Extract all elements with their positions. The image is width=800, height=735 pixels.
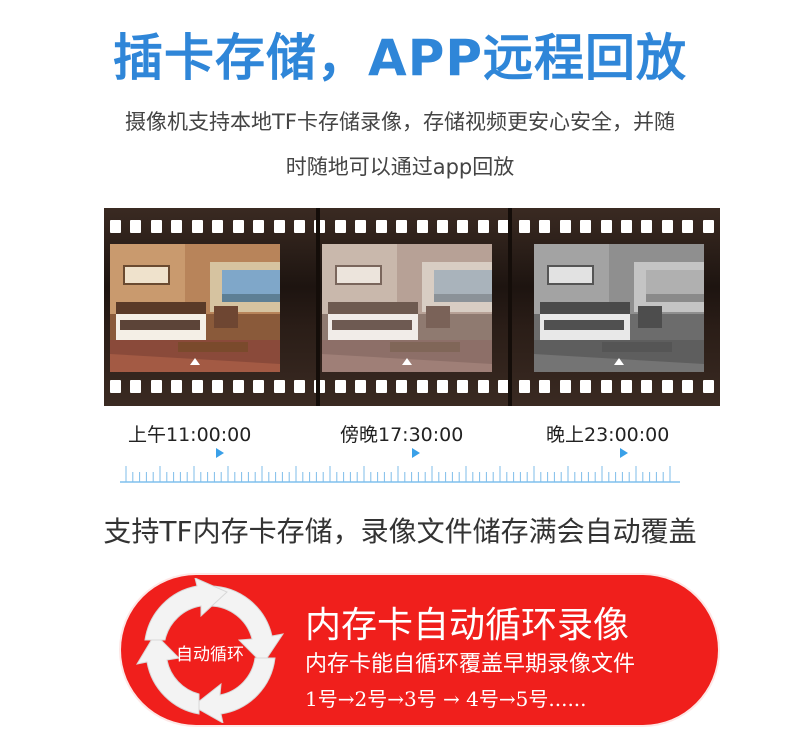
frame-marker-icon: [190, 358, 200, 365]
frame-marker-icon: [402, 358, 412, 365]
subtitle-line-1: 摄像机支持本地TF卡存储录像，存储视频更安心安全，并随: [125, 110, 675, 134]
subtitle-line-2: 时随地可以通过app回放: [285, 155, 515, 179]
film-hole: [702, 380, 714, 393]
film-hole: [580, 380, 592, 393]
film-hole: [600, 380, 612, 393]
banner-subtitle: 内存卡能自循环覆盖早期录像文件: [305, 652, 636, 677]
film-hole: [355, 380, 367, 393]
page-subtitle: 摄像机支持本地TF卡存储录像，存储视频更安心安全，并随 时随地可以通过app回放: [40, 100, 760, 190]
film-hole: [130, 380, 142, 393]
storage-caption: 支持TF内存卡存储，录像文件储存满会自动覆盖: [103, 515, 697, 548]
film-hole: [334, 380, 346, 393]
film-hole: [416, 220, 428, 233]
banner-title: 内存卡自动循环录像: [305, 605, 630, 646]
film-hole: [416, 380, 428, 393]
film-hole: [559, 220, 571, 233]
film-hole: [293, 220, 305, 233]
film-hole: [518, 220, 530, 233]
film-hole: [293, 380, 305, 393]
film-hole: [600, 220, 612, 233]
film-hole: [661, 220, 673, 233]
film-hole: [171, 220, 183, 233]
film-hole: [437, 220, 448, 233]
film-hole: [191, 220, 203, 233]
frame-grayscale: [534, 244, 704, 372]
film-hole: [273, 380, 285, 393]
play-marker-icon: [412, 448, 420, 458]
film-hole: [641, 220, 653, 233]
film-hole: [539, 380, 551, 393]
film-hole: [150, 220, 162, 233]
film-strip: [104, 208, 720, 406]
banner-sequence: 1号→2号→3号 → 4号→5号......: [305, 687, 587, 711]
timeline-ruler: [120, 466, 680, 483]
film-hole: [130, 220, 142, 233]
film-hole: [191, 380, 203, 393]
film-hole: [682, 220, 694, 233]
film-hole: [334, 220, 346, 233]
film-hole: [355, 220, 367, 233]
film-hole: [212, 380, 224, 393]
film-hole: [375, 380, 387, 393]
film-hole: [477, 380, 489, 393]
film-hole: [437, 380, 448, 393]
film-hole: [620, 220, 632, 233]
time-label-evening: 傍晚17:30:00: [340, 424, 464, 446]
film-divider: [508, 208, 512, 406]
film-hole: [232, 220, 244, 233]
film-hole: [682, 380, 694, 393]
film-holes-top: [110, 220, 714, 234]
film-hole: [620, 380, 632, 393]
film-divider: [316, 208, 320, 406]
film-hole: [253, 220, 265, 233]
film-hole: [396, 380, 408, 393]
film-hole: [273, 220, 285, 233]
film-hole: [110, 220, 121, 233]
frame-faded: [322, 244, 492, 372]
film-hole: [580, 220, 592, 233]
film-hole: [518, 380, 530, 393]
film-hole: [457, 220, 469, 233]
film-hole: [559, 380, 571, 393]
loop-label: 自动循环: [176, 645, 244, 665]
play-marker-icon: [620, 448, 628, 458]
film-hole: [661, 380, 673, 393]
hotel-room-image: [534, 244, 704, 372]
film-hole: [641, 380, 653, 393]
film-hole: [396, 220, 408, 233]
film-hole: [457, 380, 469, 393]
film-holes-bottom: [110, 380, 714, 394]
frame-marker-icon: [614, 358, 624, 365]
film-hole: [702, 220, 714, 233]
film-hole: [171, 380, 183, 393]
time-label-night: 晚上23:00:00: [546, 424, 670, 446]
page-title: 插卡存储，APP远程回放: [113, 29, 687, 87]
play-marker-icon: [216, 448, 224, 458]
film-hole: [375, 220, 387, 233]
film-hole: [212, 220, 224, 233]
film-hole: [477, 220, 489, 233]
film-hole: [253, 380, 265, 393]
time-label-morning: 上午11:00:00: [128, 424, 252, 446]
hotel-room-image: [322, 244, 492, 372]
film-hole: [539, 220, 551, 233]
hotel-room-image: [110, 244, 280, 372]
film-hole: [150, 380, 162, 393]
film-hole: [110, 380, 121, 393]
frame-color: [110, 244, 280, 372]
film-hole: [232, 380, 244, 393]
